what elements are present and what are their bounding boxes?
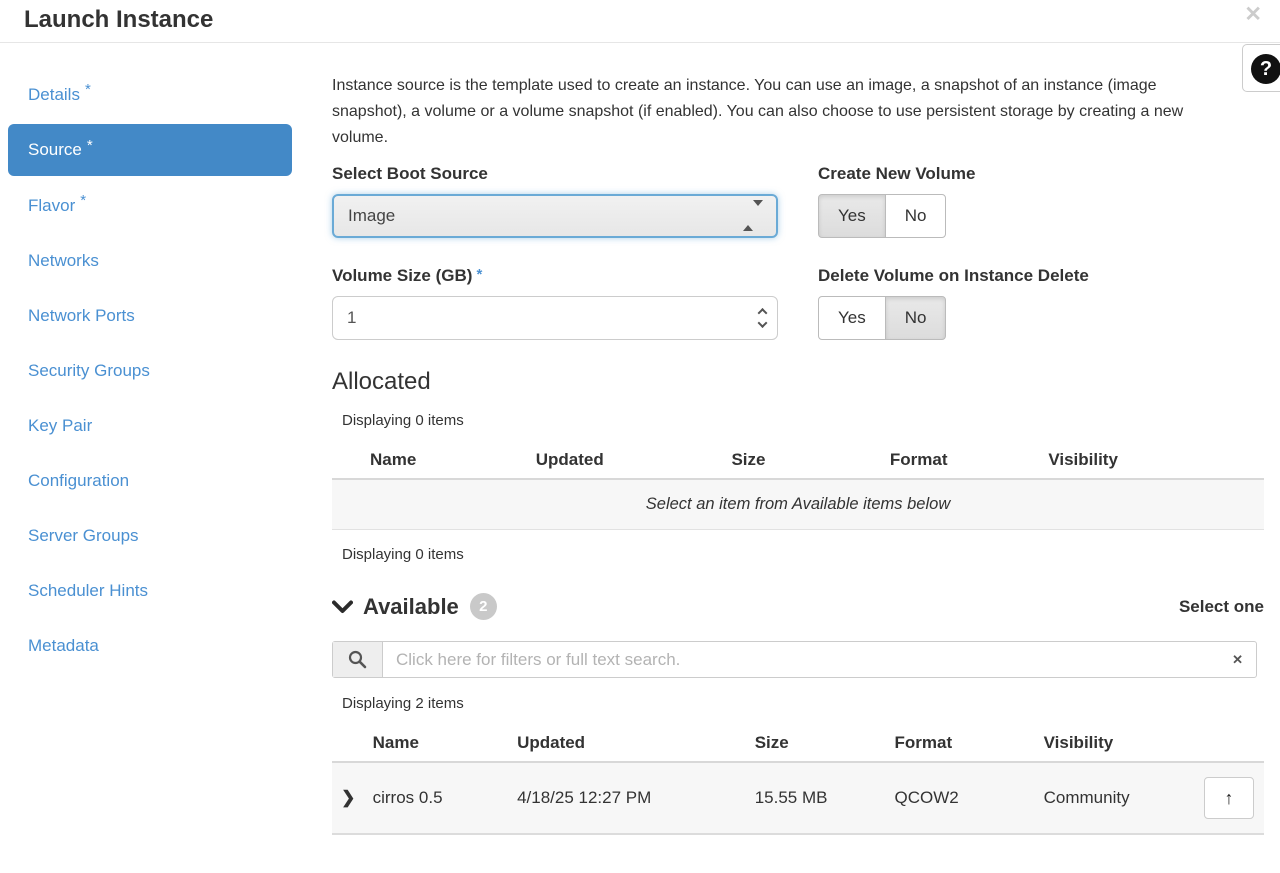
- modal-header: Launch Instance ✕: [0, 0, 1280, 43]
- available-col-updated: Updated: [509, 725, 747, 762]
- sidebar-item-label: Network Ports: [28, 306, 135, 326]
- step-description: Instance source is the template used to …: [332, 73, 1232, 151]
- delete-volume-no-button[interactable]: No: [885, 296, 947, 340]
- sidebar-item-configuration[interactable]: Configuration: [0, 453, 300, 508]
- create-new-volume-toggle: Yes No: [818, 194, 946, 238]
- sidebar-item-label: Key Pair: [28, 416, 92, 436]
- sidebar-item-label: Flavor: [28, 196, 75, 216]
- boot-source-selected-value: Image: [348, 206, 395, 226]
- available-heading: Available: [363, 594, 459, 620]
- available-col-name: Name: [365, 725, 509, 762]
- volume-size-input[interactable]: [332, 296, 778, 340]
- required-marker: *: [85, 81, 91, 98]
- clear-search-icon[interactable]: ✕: [1232, 652, 1243, 668]
- sidebar-item-key-pair[interactable]: Key Pair: [0, 398, 300, 453]
- help-card: ?: [1242, 44, 1280, 92]
- image-size-cell: 15.55 MB: [747, 762, 887, 834]
- available-col-visibility: Visibility: [1036, 725, 1185, 762]
- available-table: Name Updated Size Format Visibility ❯ ci…: [332, 725, 1264, 835]
- available-col-format: Format: [887, 725, 1036, 762]
- up-arrow-icon: ↑: [1225, 788, 1234, 808]
- page-title: Launch Instance: [24, 6, 213, 34]
- allocated-col-name: Name: [332, 442, 528, 479]
- available-col-action: [1185, 725, 1264, 762]
- sidebar-item-flavor[interactable]: Flavor *: [0, 178, 300, 233]
- source-step-content: Instance source is the template used to …: [300, 43, 1280, 835]
- allocated-table: Name Updated Size Format Visibility Sele…: [332, 442, 1264, 530]
- allocated-count-top: Displaying 0 items: [342, 412, 1264, 429]
- sidebar-item-label: Source: [28, 140, 82, 160]
- sidebar-item-security-groups[interactable]: Security Groups: [0, 343, 300, 398]
- allocated-count-bottom: Displaying 0 items: [342, 546, 1264, 563]
- select-one-hint: Select one: [1179, 597, 1264, 617]
- allocated-heading: Allocated: [332, 368, 1264, 396]
- sidebar-item-details[interactable]: Details *: [0, 67, 300, 122]
- close-icon[interactable]: ✕: [1244, 2, 1262, 27]
- available-count-badge: 2: [470, 593, 497, 620]
- sidebar-item-networks[interactable]: Networks: [0, 233, 300, 288]
- create-volume-yes-button[interactable]: Yes: [818, 194, 886, 238]
- boot-source-select[interactable]: Image: [332, 194, 778, 238]
- sidebar-item-network-ports[interactable]: Network Ports: [0, 288, 300, 343]
- image-name-cell: cirros 0.5: [365, 762, 509, 834]
- sidebar-item-label: Networks: [28, 251, 99, 271]
- create-new-volume-label: Create New Volume: [818, 164, 1264, 184]
- search-input[interactable]: [383, 642, 1256, 677]
- search-icon-segment[interactable]: [333, 642, 383, 677]
- required-marker: *: [87, 137, 93, 154]
- allocated-empty-row: Select an item from Available items belo…: [332, 479, 1264, 530]
- table-row-cirros: ❯ cirros 0.5 4/18/25 12:27 PM 15.55 MB Q…: [332, 762, 1264, 834]
- image-visibility-cell: Community: [1036, 762, 1185, 834]
- sidebar-item-source[interactable]: Source *: [8, 124, 292, 176]
- delete-volume-toggle: Yes No: [818, 296, 946, 340]
- select-caret-icon: [743, 206, 763, 226]
- sidebar-item-scheduler-hints[interactable]: Scheduler Hints: [0, 563, 300, 618]
- sidebar-item-label: Security Groups: [28, 361, 150, 381]
- wizard-step-nav: Details * Source * Flavor * Networks Net…: [0, 43, 300, 835]
- sidebar-item-label: Details: [28, 85, 80, 105]
- volume-size-label-text: Volume Size (GB): [332, 266, 472, 285]
- collapse-chevron-down-icon[interactable]: [332, 600, 353, 614]
- allocated-col-size: Size: [723, 442, 881, 479]
- filter-search-bar: ✕: [332, 641, 1257, 678]
- available-count: Displaying 2 items: [342, 695, 1264, 712]
- required-marker: *: [80, 192, 86, 209]
- allocated-empty-message: Select an item from Available items belo…: [332, 479, 1264, 530]
- expand-row-icon[interactable]: ❯: [332, 762, 365, 834]
- delete-volume-label: Delete Volume on Instance Delete: [818, 266, 1264, 286]
- image-format-cell: QCOW2: [887, 762, 1036, 834]
- sidebar-item-server-groups[interactable]: Server Groups: [0, 508, 300, 563]
- sidebar-item-label: Metadata: [28, 636, 99, 656]
- available-col-expand: [332, 725, 365, 762]
- allocated-col-updated: Updated: [528, 442, 724, 479]
- search-icon: [348, 650, 367, 669]
- spinner-down-icon[interactable]: [758, 318, 768, 328]
- allocated-col-visibility: Visibility: [1040, 442, 1264, 479]
- image-updated-cell: 4/18/25 12:27 PM: [509, 762, 747, 834]
- delete-volume-yes-button[interactable]: Yes: [818, 296, 886, 340]
- boot-source-label: Select Boot Source: [332, 164, 778, 184]
- sidebar-item-label: Scheduler Hints: [28, 581, 148, 601]
- allocate-item-button[interactable]: ↑: [1204, 777, 1254, 819]
- help-icon[interactable]: ?: [1251, 54, 1280, 84]
- sidebar-item-label: Configuration: [28, 471, 129, 491]
- volume-size-label: Volume Size (GB)*: [332, 266, 778, 286]
- required-marker: *: [476, 266, 482, 283]
- number-spinner[interactable]: [759, 310, 766, 327]
- available-col-size: Size: [747, 725, 887, 762]
- create-volume-no-button[interactable]: No: [885, 194, 947, 238]
- sidebar-item-label: Server Groups: [28, 526, 139, 546]
- sidebar-item-metadata[interactable]: Metadata: [0, 618, 300, 673]
- allocated-col-format: Format: [882, 442, 1040, 479]
- spinner-up-icon[interactable]: [758, 308, 768, 318]
